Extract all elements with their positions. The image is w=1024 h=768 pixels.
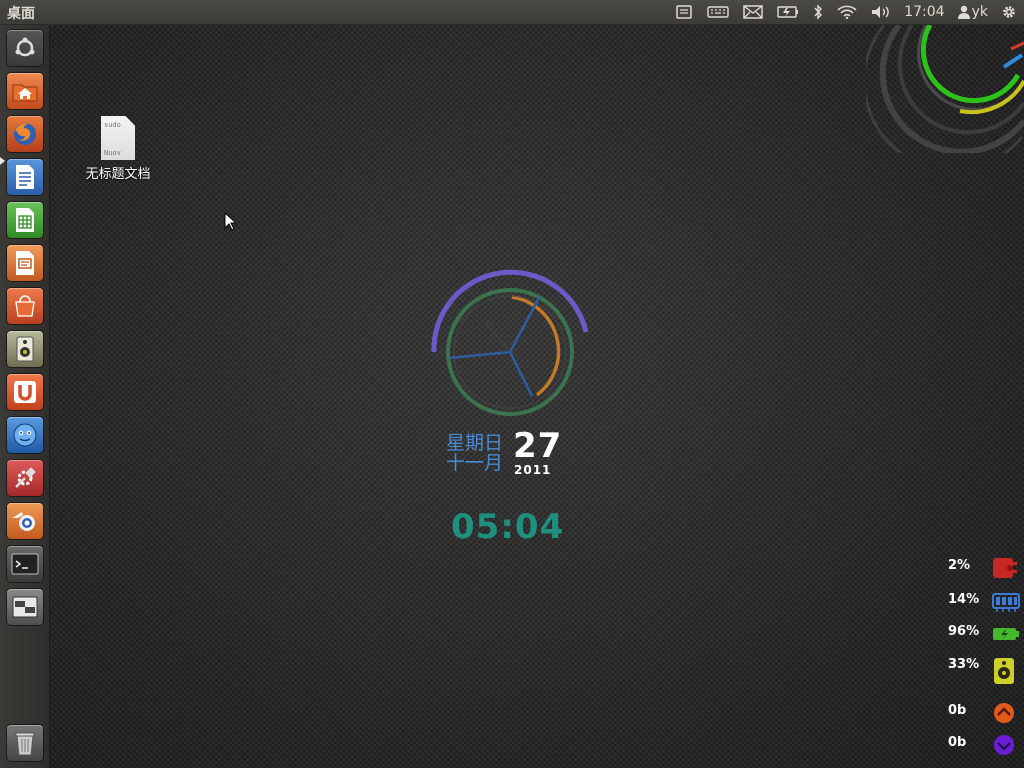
clock-weekday: 星期日 <box>446 432 504 454</box>
stat-download: 0b <box>948 735 1014 755</box>
terminal-icon <box>11 553 39 575</box>
clock-time: 05:04 <box>451 507 565 547</box>
firefox-icon <box>14 123 36 145</box>
clock-month: 十一月 <box>446 452 504 474</box>
session-gear-icon[interactable] <box>1001 0 1017 24</box>
settings-tools-icon <box>15 467 36 488</box>
analog-clock-widget <box>431 269 589 416</box>
file-preview-line1: sudo <box>104 121 121 129</box>
launcher-blender[interactable] <box>7 503 43 539</box>
software-center-icon <box>15 295 35 317</box>
running-indicator <box>0 157 5 165</box>
launcher-writer[interactable] <box>7 159 43 195</box>
keyboard-layout-icon[interactable] <box>707 0 729 24</box>
clock-day: 27 <box>513 426 563 466</box>
top-panel: 桌面 17:04 yk <box>0 0 1024 25</box>
chat-face-icon <box>13 423 37 447</box>
launcher-home-folder[interactable] <box>7 73 43 109</box>
wifi-icon[interactable] <box>837 0 857 24</box>
upload-icon <box>994 703 1014 723</box>
stat-cpu-value: 2% <box>948 558 971 573</box>
disk-icon <box>994 658 1014 684</box>
stat-memory-value: 14% <box>948 592 980 607</box>
ubuntu-logo-icon <box>15 37 35 57</box>
calc-icon <box>16 208 34 232</box>
stat-memory: 14% <box>948 592 1020 612</box>
file-preview-line2: Nuov <box>104 149 121 157</box>
battery-icon <box>993 628 1019 640</box>
volume-icon[interactable] <box>871 0 891 24</box>
launcher-firefox[interactable] <box>7 116 43 152</box>
launcher-terminal[interactable] <box>7 546 43 582</box>
launcher-banshee[interactable] <box>7 331 43 367</box>
launcher-calc[interactable] <box>7 202 43 238</box>
launcher-trash[interactable] <box>7 725 43 761</box>
ubuntu-one-icon <box>14 381 36 403</box>
desktop-file-label: 无标题文档 <box>85 167 151 182</box>
clock-date-cn: 星期日 十一月 <box>446 433 503 473</box>
panel-clock[interactable]: 17:04 <box>904 4 944 20</box>
clock-year: 2011 <box>514 463 552 477</box>
launcher-workspace-switcher[interactable] <box>7 589 43 625</box>
launcher-dash-home[interactable] <box>7 30 43 66</box>
stat-battery: 96% <box>948 624 1019 640</box>
impress-icon <box>16 251 34 275</box>
trash-icon <box>15 732 35 756</box>
launcher-software-center[interactable] <box>7 288 43 324</box>
stat-upload-value: 0b <box>948 703 967 718</box>
stat-cpu: 2% <box>948 558 1017 578</box>
messaging-mail-icon[interactable] <box>743 0 763 24</box>
system-tray: 17:04 yk <box>668 0 1024 24</box>
writer-icon <box>16 165 34 189</box>
launcher-impress[interactable] <box>7 245 43 281</box>
speaker-icon <box>16 336 34 362</box>
blender-icon <box>12 512 35 531</box>
cpu-icon <box>993 558 1017 578</box>
launcher-ubuntu-one[interactable] <box>7 374 43 410</box>
stat-upload: 0b <box>948 703 1014 723</box>
battery-icon[interactable] <box>777 0 799 24</box>
stat-download-value: 0b <box>948 735 967 750</box>
stat-battery-value: 96% <box>948 624 980 639</box>
panel-username[interactable]: yk <box>972 4 988 20</box>
workspace-icon <box>12 596 38 618</box>
desktop-file-icon[interactable]: sudo Nuov 无标题文档 <box>78 116 158 182</box>
folder-home-icon <box>12 84 38 102</box>
ring-meters-widget <box>866 25 1024 153</box>
bluetooth-icon[interactable] <box>813 0 823 24</box>
clipboard-indicator-icon[interactable] <box>675 0 693 24</box>
launcher-system-settings[interactable] <box>7 460 43 496</box>
mouse-pointer-icon <box>224 212 236 231</box>
unity-launcher <box>0 25 50 768</box>
document-icon: sudo Nuov <box>101 116 135 160</box>
download-icon <box>994 735 1014 755</box>
stat-disk-value: 33% <box>948 657 980 672</box>
launcher-empathy[interactable] <box>7 417 43 453</box>
stat-disk: 33% <box>948 657 1014 684</box>
user-icon[interactable] <box>957 0 970 24</box>
memory-icon <box>992 593 1020 612</box>
panel-title: 桌面 <box>7 6 35 22</box>
